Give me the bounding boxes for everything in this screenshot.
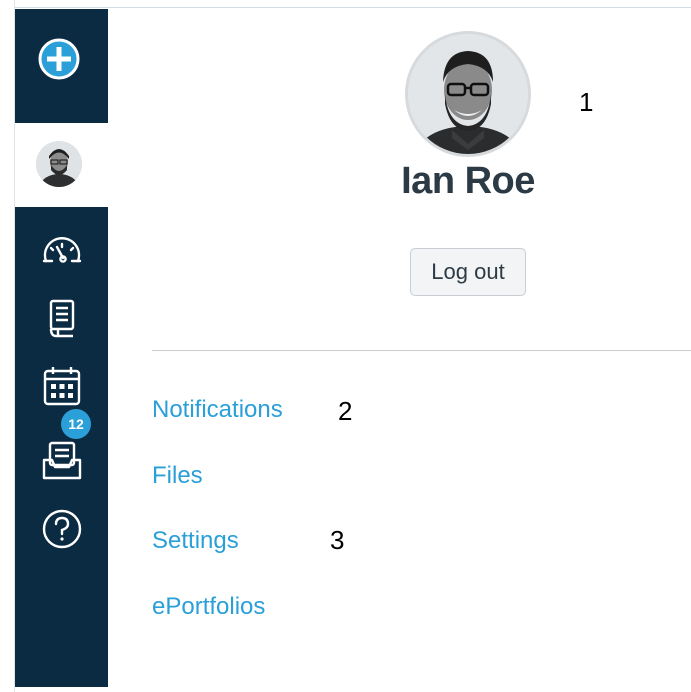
inbox-icon xyxy=(40,440,84,482)
nav-item-help[interactable] xyxy=(15,497,108,561)
window-top-edge xyxy=(0,0,691,8)
calendar-icon xyxy=(42,365,82,407)
link-eportfolios[interactable]: ePortfolios xyxy=(152,593,265,621)
nav-item-inbox[interactable] xyxy=(15,429,108,493)
annotation-marker-3: 3 xyxy=(330,525,345,555)
nav-item-dashboard[interactable] xyxy=(15,217,108,281)
link-files[interactable]: Files xyxy=(152,462,203,490)
window-left-edge xyxy=(0,0,15,692)
account-avatar-icon[interactable] xyxy=(36,141,82,187)
nav-item-courses[interactable] xyxy=(15,287,108,351)
courses-book-icon xyxy=(48,299,76,339)
divider xyxy=(152,350,691,351)
user-name: Ian Roe xyxy=(401,160,535,202)
inbox-unread-badge: 12 xyxy=(61,409,91,439)
nav-item-calendar[interactable] xyxy=(15,354,108,418)
link-notifications[interactable]: Notifications xyxy=(152,396,283,424)
nav-account-item[interactable] xyxy=(15,123,108,207)
profile-avatar xyxy=(405,31,531,157)
plus-circle-icon[interactable] xyxy=(37,37,81,86)
help-question-icon xyxy=(41,508,83,550)
dashboard-gauge-icon xyxy=(40,233,84,265)
nav-logo-area[interactable] xyxy=(15,9,108,123)
annotation-marker-1: 1 xyxy=(579,87,594,117)
global-navigation xyxy=(15,9,108,687)
link-settings[interactable]: Settings xyxy=(152,527,239,555)
annotation-marker-2: 2 xyxy=(338,396,353,426)
logout-button[interactable]: Log out xyxy=(410,248,526,296)
